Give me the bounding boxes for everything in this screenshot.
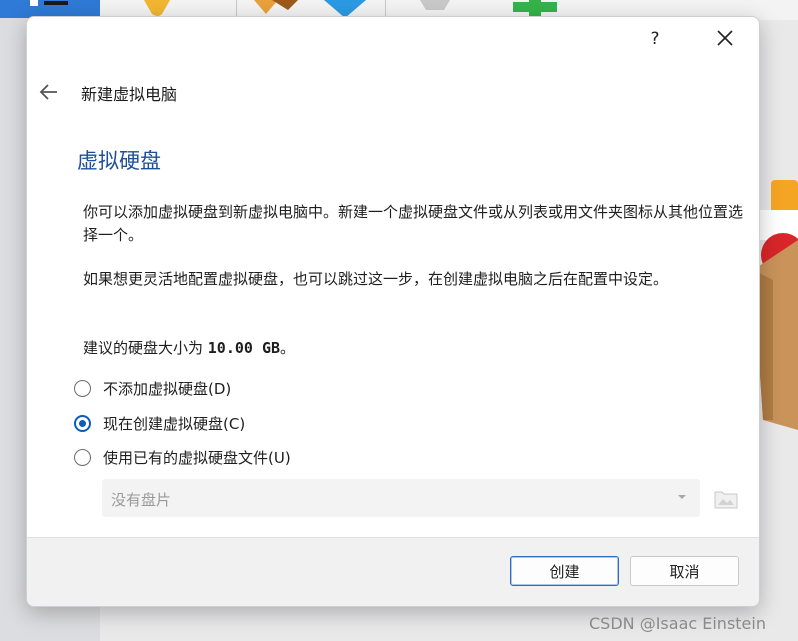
- new-vm-wizard-dialog: ? 新建虚拟电脑 虚拟硬盘 你可以添加虚拟硬盘到新虚拟电脑中。新建一个虚拟硬盘文…: [26, 16, 760, 607]
- cancel-button[interactable]: 取消: [630, 556, 739, 586]
- radio-label: 不添加虚拟硬盘(D): [103, 379, 232, 398]
- folder-icon: [714, 491, 738, 509]
- radio-button[interactable]: [74, 448, 91, 466]
- close-button[interactable]: [707, 25, 743, 53]
- description-paragraph: 你可以添加虚拟硬盘到新虚拟电脑中。新建一个虚拟硬盘文件或从列表或用文件夹图标从其…: [83, 203, 744, 244]
- create-button[interactable]: 创建: [510, 556, 619, 586]
- back-button[interactable]: [35, 77, 65, 107]
- arrow-left-icon: [39, 84, 57, 100]
- recommended-size-text: 建议的硬盘大小为 10.00 GB。: [83, 337, 743, 360]
- radio-button[interactable]: [74, 379, 91, 397]
- recommended-size-value: 10.00 GB: [207, 339, 281, 357]
- skip-hint-paragraph: 如果想更灵活地配置虚拟硬盘，也可以跳过这一步，在创建虚拟电脑之后在配置中设定。: [83, 270, 669, 288]
- help-button[interactable]: ?: [637, 25, 673, 53]
- radio-existing-disk[interactable]: 使用已有的虚拟硬盘文件(U): [74, 445, 291, 469]
- recommended-size-prefix: 建议的硬盘大小为: [83, 339, 208, 357]
- disk-file-select-value: 没有盘片: [111, 491, 172, 509]
- dialog-footer: 创建 取消: [27, 537, 759, 606]
- choose-disk-file-button[interactable]: [713, 485, 739, 511]
- disk-file-select[interactable]: 没有盘片: [102, 479, 700, 517]
- radio-button[interactable]: [74, 414, 91, 432]
- radio-create-disk[interactable]: 现在创建虚拟硬盘(C): [74, 411, 245, 435]
- dialog-titlebar: ?: [27, 17, 759, 61]
- radio-label: 现在创建虚拟硬盘(C): [103, 414, 246, 433]
- radio-no-disk[interactable]: 不添加虚拟硬盘(D): [74, 376, 231, 400]
- watermark-text: CSDN @Isaac Einstein: [589, 614, 766, 633]
- wizard-title: 新建虚拟电脑: [81, 85, 178, 104]
- radio-label: 使用已有的虚拟硬盘文件(U): [103, 448, 291, 467]
- page-title: 虚拟硬盘: [77, 149, 161, 173]
- chevron-down-icon: [678, 495, 686, 499]
- recommended-size-suffix: 。: [280, 339, 296, 357]
- close-icon: [717, 30, 733, 46]
